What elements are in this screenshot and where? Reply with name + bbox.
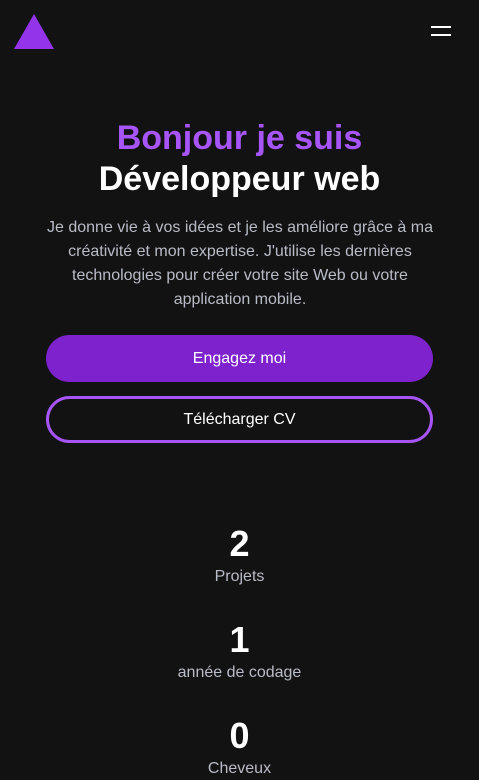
hero-role: Développeur web: [98, 160, 381, 198]
hamburger-menu-icon[interactable]: [431, 25, 451, 37]
hero-greeting: Bonjour je suis: [116, 119, 363, 157]
hero-title: Bonjour je suis Développeur web: [0, 118, 479, 199]
stat-label: Projets: [214, 568, 265, 585]
hire-me-button[interactable]: Engagez moi: [46, 335, 433, 382]
stat-projects: 2 Projets: [0, 524, 479, 588]
stat-value: 0: [229, 715, 250, 756]
stat-value: 1: [229, 619, 250, 660]
stat-hair: 0 Cheveux: [0, 716, 479, 780]
hero-description: Je donne vie à vos idées et je les améli…: [47, 219, 433, 308]
stat-years: 1 année de codage: [0, 620, 479, 684]
stat-value: 2: [229, 523, 250, 564]
logo-icon[interactable]: [14, 14, 54, 49]
stat-label: Cheveux: [207, 760, 272, 777]
download-cv-button[interactable]: Télécharger CV: [46, 396, 433, 443]
stat-label: année de codage: [177, 664, 302, 681]
